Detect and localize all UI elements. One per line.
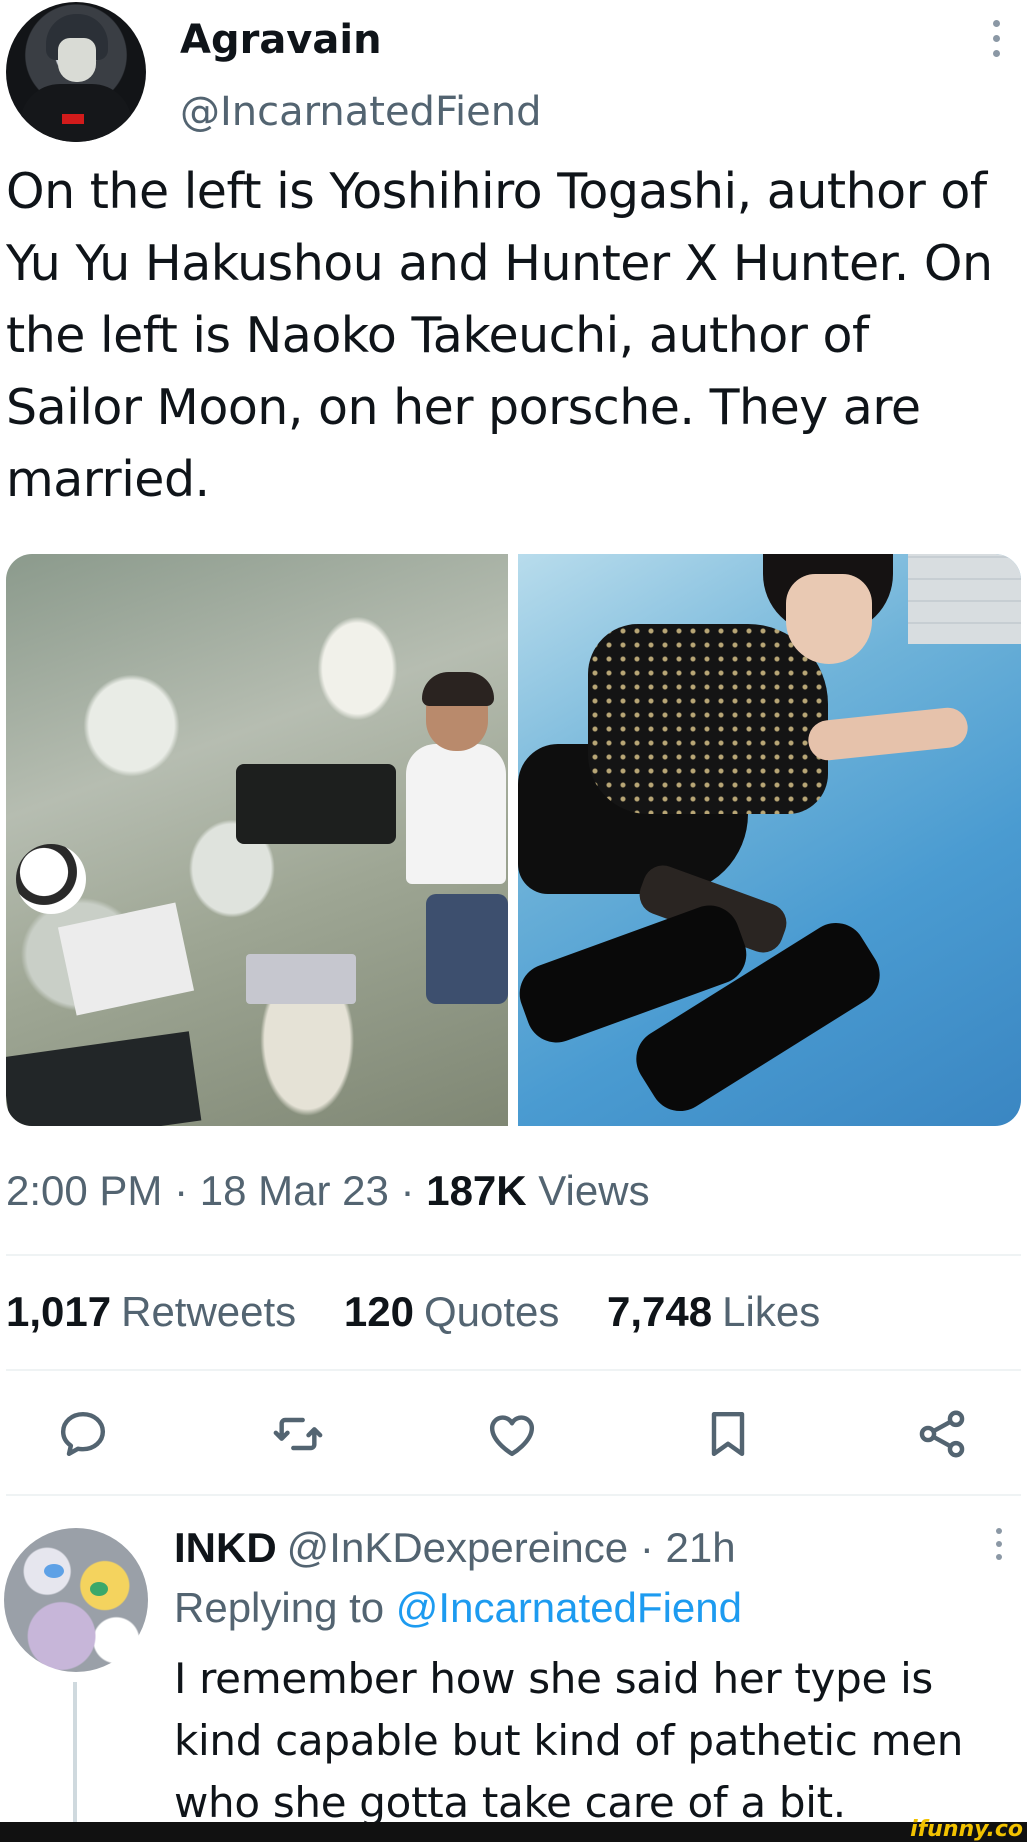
quotes-stat[interactable]: 120 Quotes [344,1287,560,1337]
views-count: 187K [426,1167,527,1214]
photo-person-jeans [426,894,508,1004]
author-avatar[interactable] [6,2,146,142]
tweet-meta: 2:00 PM · 18 Mar 23 · 187K Views [6,1166,650,1216]
reply-age[interactable]: 21h [666,1524,736,1571]
tweet-stats: 1,017 Retweets 120 Quotes 7,748 Likes [6,1287,856,1337]
photo-arm [806,705,970,763]
reply-button[interactable] [55,1406,111,1462]
retweets-stat[interactable]: 1,017 Retweets [6,1287,296,1337]
photo-top [588,624,828,814]
like-icon [489,1415,535,1457]
tweet-media[interactable] [6,554,1021,1126]
media-photo-left[interactable] [6,554,508,1126]
avatar-face [58,38,96,82]
photo-box [57,902,195,1016]
retweets-label: Retweets [121,1288,297,1335]
tweet-time[interactable]: 2:00 PM [6,1167,162,1214]
media-photo-right[interactable] [511,554,1021,1126]
reply-separator: · [639,1524,654,1571]
author-handle[interactable]: @IncarnatedFiend [180,88,542,136]
reply-more-options-icon[interactable] [992,1528,1006,1568]
photo-person-hair [422,672,494,706]
avatar-detail [90,1582,108,1596]
reply-avatar[interactable] [4,1528,148,1672]
retweet-button[interactable] [270,1406,326,1462]
retweets-count: 1,017 [6,1288,112,1335]
author-display-name[interactable]: Agravain [180,16,382,64]
reply-icon [60,1411,106,1457]
photo-soccer-ball [16,844,86,914]
views-label: Views [538,1167,650,1214]
photo-console [246,954,356,1004]
replying-prefix: Replying to [174,1584,385,1631]
retweet-icon [273,1417,323,1451]
photo-tiles [908,554,1021,644]
photo-amplifier [236,764,396,844]
photo-person-shirt [406,744,506,884]
likes-stat[interactable]: 7,748 Likes [607,1287,820,1337]
tweet-date[interactable]: 18 Mar 23 [200,1167,389,1214]
reply-header: INKD @InKDexpereince · 21h [174,1522,736,1574]
watermark-logo: ifunny.co [910,1817,1023,1842]
quotes-label: Quotes [423,1288,560,1335]
tweet-text: On the left is Yoshihiro Togashi, author… [6,163,993,508]
replying-to: Replying to @IncarnatedFiend [174,1582,742,1634]
photo-clutter [6,1031,202,1126]
more-options-icon[interactable] [988,20,1004,64]
likes-count: 7,748 [607,1288,713,1335]
like-button[interactable] [484,1406,540,1462]
photo-face [786,574,872,664]
thread-line [73,1682,77,1842]
meta-separator: · [400,1167,415,1214]
share-icon [919,1410,965,1458]
watermark-bar [0,1822,1027,1842]
reply-text: I remember how she said her type is kind… [174,1654,964,1827]
avatar-hoodie [20,84,132,142]
meta-separator: · [174,1167,189,1214]
quotes-count: 120 [343,1288,414,1335]
bookmark-icon [711,1411,745,1457]
replying-mention-link[interactable]: @IncarnatedFiend [396,1584,742,1631]
share-button[interactable] [914,1406,970,1462]
reply-handle[interactable]: @InKDexpereince [287,1524,628,1571]
divider [6,1254,1021,1256]
reply-display-name[interactable]: INKD [174,1524,277,1571]
likes-label: Likes [722,1288,821,1335]
avatar-detail [44,1564,64,1578]
divider [6,1494,1021,1496]
divider [6,1369,1021,1371]
avatar-logo-patch [62,114,84,124]
bookmark-button[interactable] [700,1406,756,1462]
